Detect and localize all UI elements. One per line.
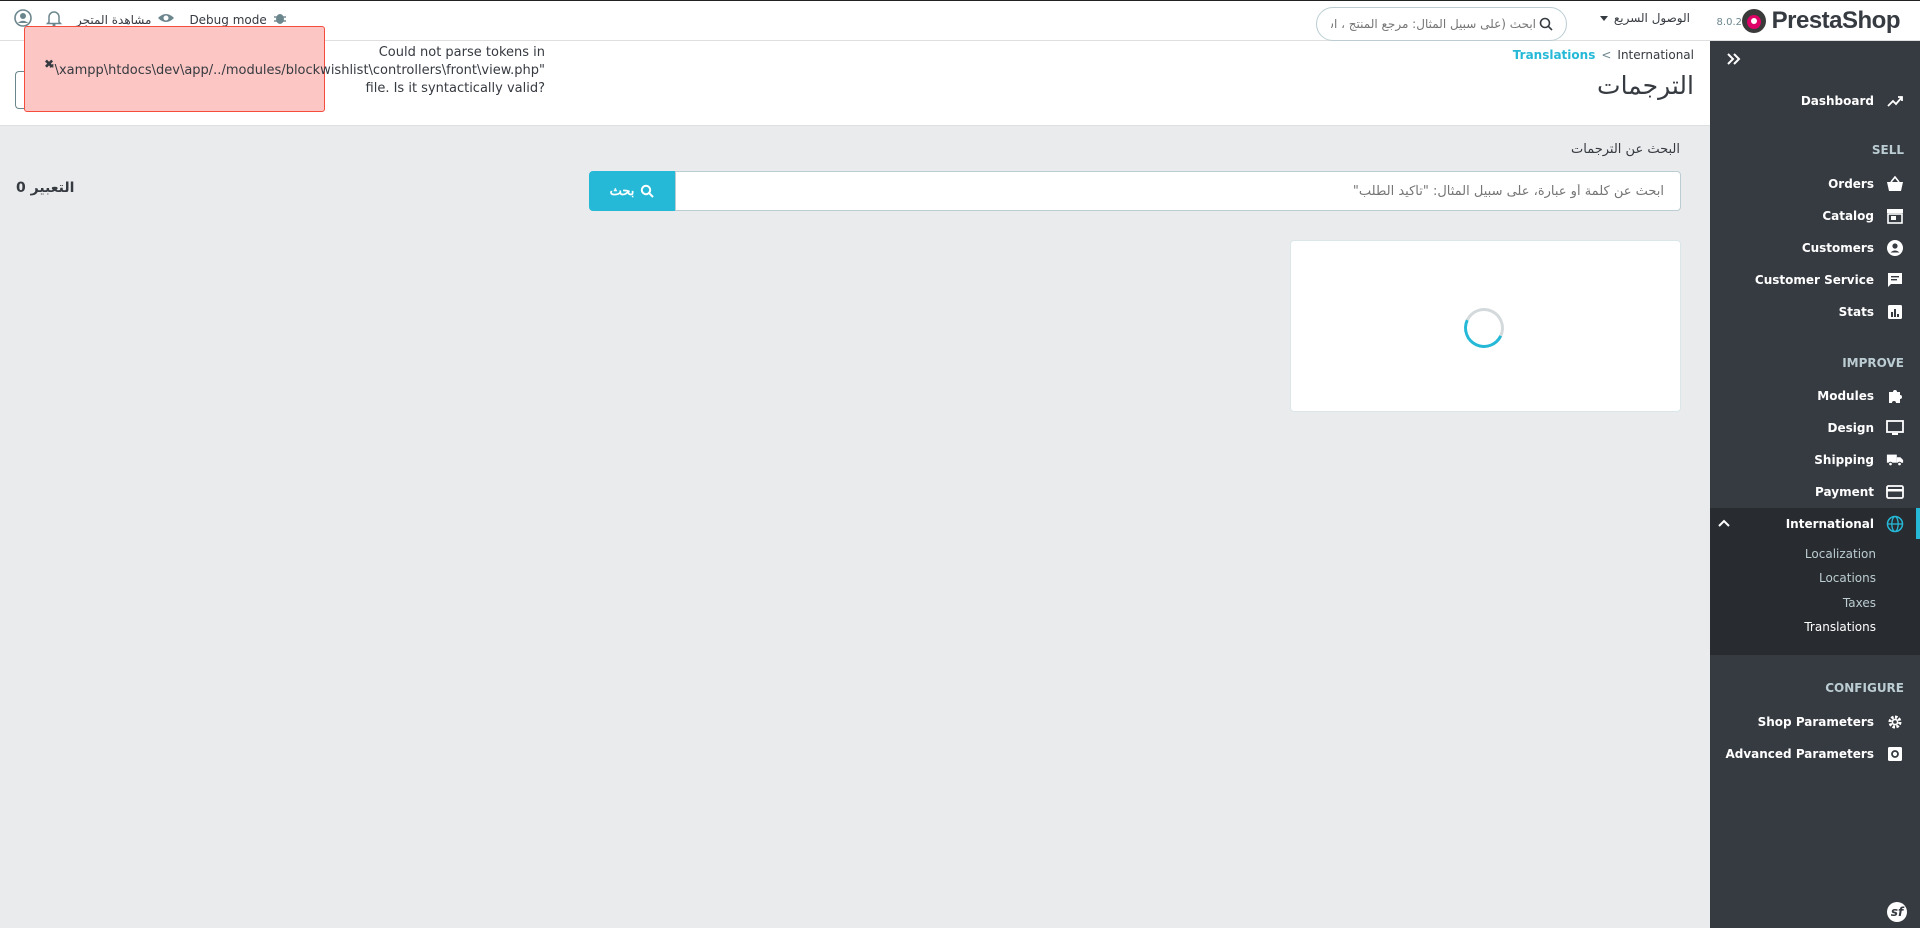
sidebar-item-international[interactable]: International (1710, 508, 1920, 540)
sidebar-item-stats[interactable]: Stats (1710, 296, 1920, 328)
view-shop-link[interactable]: مشاهدة المتجر (76, 12, 175, 27)
sidebar-item-label: Stats (1838, 305, 1874, 319)
sidebar-nav: Dashboard SELL Orders Catalog Customers … (1710, 41, 1920, 928)
breadcrumb: Translations < International (1513, 48, 1694, 62)
sidebar-item-dashboard[interactable]: Dashboard (1710, 85, 1920, 117)
sidebar-subitem-taxes[interactable]: Taxes (1843, 596, 1876, 610)
logo-text: PrestaShop (1771, 7, 1901, 34)
sidebar-item-label: Advanced Parameters (1725, 747, 1874, 761)
sidebar-item-label: Dashboard (1800, 94, 1874, 108)
sidebar-item-label: Shipping (1814, 453, 1874, 467)
monitor-icon (1886, 419, 1904, 437)
sidebar-item-label: Catalog (1822, 209, 1874, 223)
error-line-2: "\xampp\htdocs\dev\app/../modules/blockw… (48, 63, 545, 78)
prestashop-logo[interactable]: PrestaShop (1741, 7, 1901, 35)
view-shop-label: مشاهدة المتجر (76, 12, 152, 27)
search-icon[interactable] (1536, 14, 1556, 34)
sidebar-subitem-locations[interactable]: Locations (1819, 571, 1876, 585)
loading-card (1290, 240, 1681, 412)
sidebar-subitem-localization[interactable]: Localization (1805, 547, 1876, 561)
expression-count: 0 التعبير (16, 180, 75, 196)
sidebar-item-label: Orders (1828, 177, 1874, 191)
trending-up-icon (1886, 92, 1904, 110)
version-label: 8.0.2 (1716, 17, 1742, 28)
loading-spinner (1458, 302, 1510, 354)
international-submenu: Localization Locations Taxes Translation… (1710, 539, 1920, 655)
shopping-basket-icon (1886, 175, 1904, 193)
sidebar-item-label: Modules (1817, 389, 1874, 403)
quick-access-label: الوصول السريع (1613, 11, 1690, 25)
page-title: الترجمات (1597, 71, 1694, 100)
sidebar-section-configure: CONFIGURE (1825, 681, 1904, 695)
error-line-3: file. Is it syntactically valid? (365, 81, 545, 96)
error-line-1: Could not parse tokens in (378, 45, 545, 60)
sidebar-item-label: Customer Service (1754, 273, 1874, 287)
sidebar-item-design[interactable]: Design (1710, 412, 1920, 444)
credit-card-icon (1886, 483, 1904, 501)
prestashop-logo-icon (1741, 9, 1766, 33)
sidebar-item-catalog[interactable]: Catalog (1710, 200, 1920, 232)
bar-chart-icon (1886, 303, 1904, 321)
sidebar-item-modules[interactable]: Modules (1710, 380, 1920, 412)
caret-down-icon (1599, 15, 1608, 21)
sidebar-item-shipping[interactable]: Shipping (1710, 444, 1920, 476)
sidebar-item-payment[interactable]: Payment (1710, 476, 1920, 508)
sidebar-item-customers[interactable]: Customers (1710, 232, 1920, 264)
sidebar-item-advanced-parameters[interactable]: Advanced Parameters (1710, 738, 1920, 770)
breadcrumb-link-translations[interactable]: Translations (1513, 48, 1596, 62)
symfony-toolbar-icon[interactable]: sf (1887, 902, 1907, 922)
close-icon[interactable]: ✖ (44, 57, 54, 71)
eye-icon (157, 12, 175, 27)
sidebar-subitem-translations[interactable]: Translations (1804, 620, 1876, 634)
sidebar-item-label: International (1785, 517, 1874, 531)
sidebar-item-label: Design (1827, 421, 1875, 435)
globe-icon (1886, 515, 1904, 533)
gear-icon (1886, 713, 1904, 731)
debug-mode-label: Debug mode (189, 12, 267, 27)
truck-icon (1886, 451, 1904, 469)
header-search-input[interactable] (1331, 17, 1536, 31)
sidebar-item-label: Shop Parameters (1757, 715, 1874, 729)
breadcrumb-current: International (1617, 48, 1694, 62)
sidebar-item-shop-parameters[interactable]: Shop Parameters (1710, 706, 1920, 738)
settings-box-icon (1886, 745, 1904, 763)
account-circle-icon (1886, 239, 1904, 257)
search-button-label: بحث (609, 183, 635, 198)
error-toast-message: Could not parse tokens in "\xampp\htdocs… (40, 44, 545, 98)
translation-search-input[interactable] (675, 171, 1681, 211)
sidebar-item-customer-service[interactable]: Customer Service (1710, 264, 1920, 296)
sidebar-section-improve: IMPROVE (1842, 356, 1904, 370)
translation-search-form: بحث (589, 171, 1681, 211)
sidebar-section-sell: SELL (1871, 143, 1904, 157)
puzzle-icon (1886, 387, 1904, 405)
chat-icon (1886, 271, 1904, 289)
search-translations-label: البحث عن الترجمات (1571, 142, 1680, 157)
quick-access-dropdown[interactable]: الوصول السريع (1599, 11, 1690, 25)
search-button[interactable]: بحث (589, 171, 675, 211)
sidebar-item-label: Customers (1801, 241, 1874, 255)
search-icon (641, 184, 655, 198)
sidebar-item-label: Payment (1815, 485, 1874, 499)
header-search[interactable] (1316, 7, 1567, 41)
sidebar-item-orders[interactable]: Orders (1710, 168, 1920, 200)
breadcrumb-separator: < (1601, 48, 1612, 62)
chevron-up-icon[interactable] (1718, 516, 1730, 531)
collapse-sidebar-icon[interactable] (1726, 51, 1742, 70)
store-icon (1886, 207, 1904, 225)
